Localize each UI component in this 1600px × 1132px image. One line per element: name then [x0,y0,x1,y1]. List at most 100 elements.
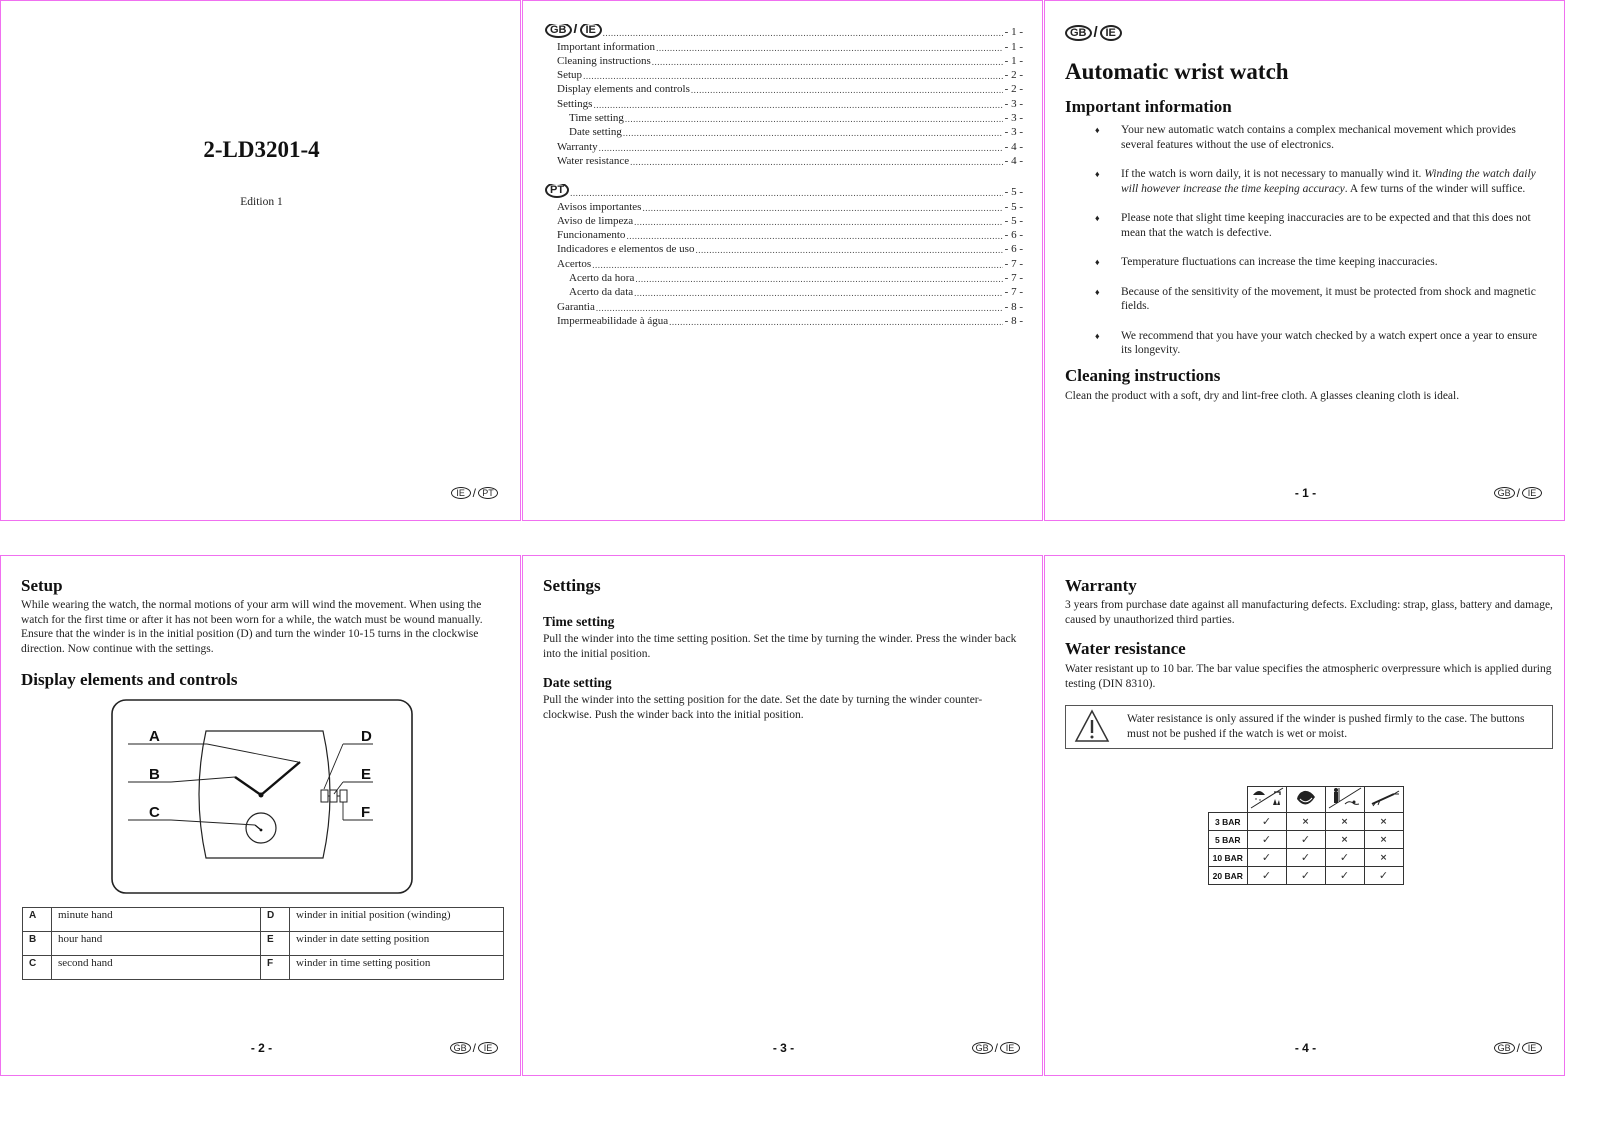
manual-page-2: Setup While wearing the watch, the norma… [0,555,521,1076]
toc-leader-dots [599,143,1003,153]
toc-section-row[interactable]: GB/IE - 1 - [545,24,1023,39]
toc-page-number: - 5 - [1004,214,1023,227]
minute-hand-icon [260,761,301,796]
model-number: 2-LD3201-4 [203,137,320,162]
check-icon: ✓ [1246,866,1287,885]
toc-entry-label: Water resistance [557,154,630,167]
check-icon: ✓ [1324,866,1365,885]
toc-entry[interactable]: Aviso de limpeza - 5 - [545,213,1023,227]
swimming-shower-icon [1324,786,1365,813]
check-icon: ✓ [1285,866,1326,885]
list-item: ♦ If the watch is worn daily, it is not n… [1095,168,1536,195]
toc-entry[interactable]: Warranty - 4 - [545,138,1023,153]
edition-label: Edition 1 [240,196,283,208]
warranty-heading: Warranty [1065,576,1137,595]
toc-entry-label: Warranty [557,140,598,153]
toc-leader-dots [623,128,1003,138]
pressure-rating-label: 20 BAR [1208,866,1248,885]
toc-leader-dots [635,274,1002,284]
toc-entry-label: Date setting [569,126,622,139]
list-item: ♦ Please note that slight time keeping in… [1095,212,1531,239]
toc-entry[interactable]: Cleaning instructions - 1 - [545,53,1023,67]
toc-leader-dots [691,85,1003,95]
page-number: - 2 - [250,1041,273,1055]
toc-page-number: - 1 - [1004,26,1023,39]
toc-page-number: - 6 - [1004,229,1023,242]
toc-entry[interactable]: Funcionamento - 6 - [545,227,1023,241]
country-badges: GB / IE [1493,486,1542,500]
figure-label-a: A [149,728,160,745]
bullet-diamond-icon: ♦ [1095,125,1100,135]
badge-separator: / [573,24,578,38]
country-badge-gb: GB [545,24,572,39]
important-info-list: ♦ Your new automatic watch contains a com… [1065,123,1545,358]
country-badge-gb: GB [1065,24,1092,41]
table-row: A minute hand D winder in initial positi… [22,907,504,932]
figure-label-b: B [149,766,160,783]
toc-page-number: - 4 - [1004,154,1023,167]
toc-entry[interactable]: Display elements and controls - 2 - [545,81,1023,95]
toc-entry[interactable]: Acerto da data - 7 - [545,284,1023,298]
toc-page-number: - 4 - [1004,140,1023,153]
page-title: Automatic wrist watch [1065,59,1289,84]
table-row: 20 BAR ✓ ✓ ✓ ✓ [1208,866,1404,885]
toc-entry-label: Funcionamento [557,229,626,242]
toc-page-number: - 5 - [1004,186,1023,199]
table-row: 10 BAR ✓ ✓ ✓ × [1208,848,1404,867]
page-number: - 4 - [1294,1041,1317,1055]
toc-leader-dots [642,203,1002,213]
toc-leader-dots [625,114,1003,124]
toc-entry-label: Acerto da hora [569,272,635,285]
toc-leader-dots [695,245,1002,255]
toc-entry[interactable]: Impermeabilidade à água - 8 - [545,313,1023,327]
badge-separator: / [994,1041,998,1055]
toc-entry[interactable]: Water resistance - 4 - [545,153,1023,167]
figure-label-c: C [149,804,160,821]
water-resistance-text: Water resistant up to 10 bar. The bar va… [1065,663,1552,690]
toc-section-row[interactable]: PT - 5 - [545,183,1023,199]
toc-entry-label: Cleaning instructions [557,54,651,67]
toc-entry[interactable]: Acerto da hora - 7 - [545,270,1023,284]
settings-heading: Settings [543,576,601,595]
warning-text: Water resistance is only assured if the … [1127,713,1525,740]
table-row: 5 BAR ✓ ✓ × × [1208,830,1404,849]
toc-leader-dots [592,260,1002,270]
cross-icon: × [1285,812,1326,831]
toc-page-number: - 7 - [1004,286,1023,299]
pressure-rating-label: 10 BAR [1208,848,1248,867]
toc-entry-label: Important information [557,40,656,53]
bullet-diamond-icon: ♦ [1095,169,1100,179]
country-badges: GB / IE [449,1041,498,1055]
toc-entry[interactable]: Indicadores e elementos de uso - 6 - [545,241,1023,255]
bullet-diamond-icon: ♦ [1095,286,1100,297]
country-badges: IE / PT [450,486,498,500]
country-badges: GB / IE [971,1041,1020,1055]
toc-leader-dots [593,100,1002,110]
table-of-contents-page: GB/IE- 1 -Important information- 1 -Clea… [522,0,1043,521]
badge-separator: / [472,486,476,500]
toc-entry[interactable]: Settings - 3 - [545,95,1023,110]
bullet-diamond-icon: ♦ [1095,257,1100,267]
figure-label-d: D [361,728,372,745]
toc-leader-dots [583,71,1003,81]
country-badge-gb: GB [449,1042,471,1054]
time-setting-heading: Time setting [543,614,615,629]
toc-entry[interactable]: Time setting - 3 - [545,110,1023,124]
toc-entry-label: Display elements and controls [557,83,690,96]
toc-entry[interactable]: Setup - 2 - [545,67,1023,81]
toc-entry[interactable]: Acertos - 7 - [545,255,1023,270]
subdial-icon [245,812,277,844]
toc-entry[interactable]: Date setting - 3 - [545,124,1023,138]
language-badges: PT [545,183,570,199]
toc-entry[interactable]: Important information - 1 - [545,38,1023,53]
cross-icon: × [1363,830,1404,849]
date-setting-text: Pull the winder into the setting positio… [543,694,983,721]
date-setting-heading: Date setting [543,675,612,690]
toc-entry-label: Setup [557,69,583,82]
country-badge-gb: GB [1493,1042,1515,1054]
check-icon: ✓ [1285,848,1326,867]
toc-entry[interactable]: Avisos importantes - 5 - [545,198,1023,213]
toc-page-number: - 1 - [1004,40,1023,53]
bullet-diamond-icon: ♦ [1095,213,1100,223]
toc-entry[interactable]: Garantia - 8 - [545,298,1023,313]
